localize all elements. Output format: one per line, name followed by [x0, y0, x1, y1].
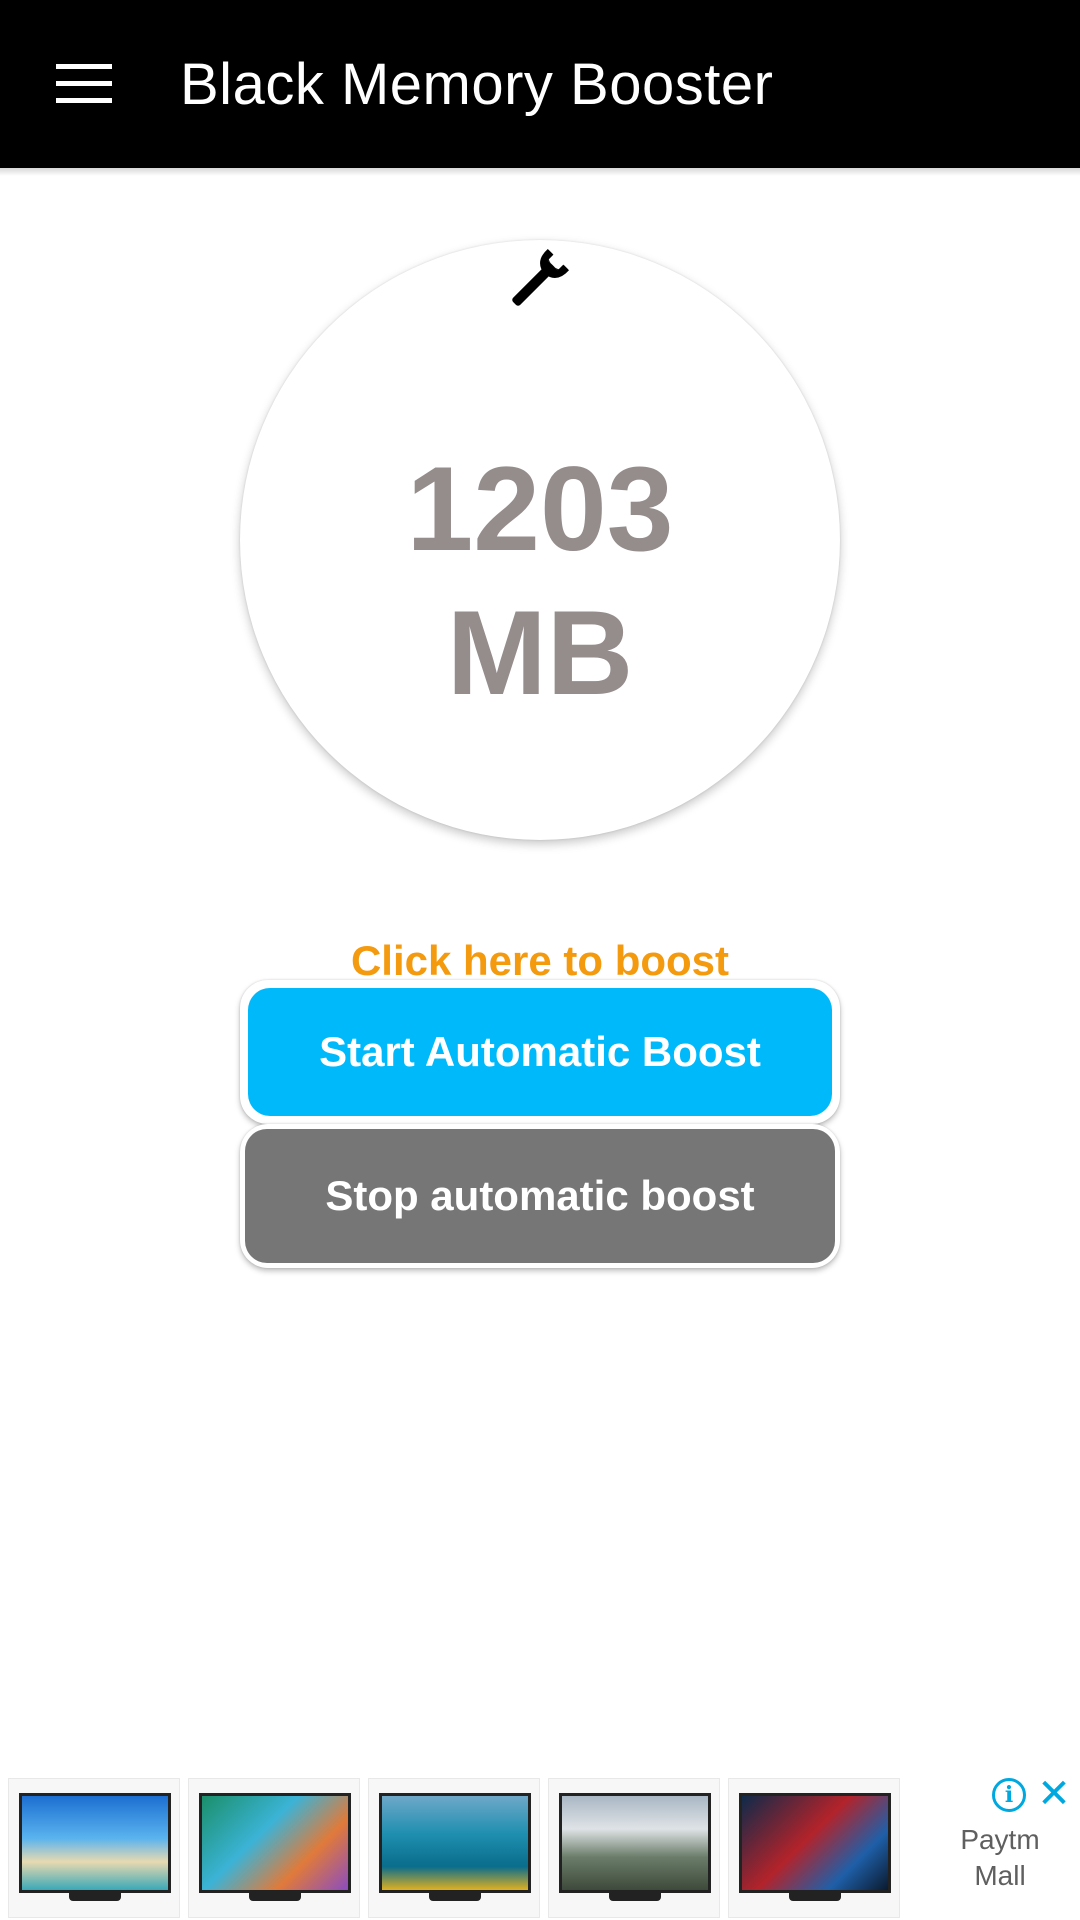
- app-bar-shadow: [0, 168, 1080, 176]
- stop-automatic-boost-button[interactable]: Stop automatic boost: [245, 1129, 835, 1263]
- info-icon[interactable]: i: [992, 1778, 1026, 1812]
- ad-brand-line-2: Mall: [974, 1860, 1026, 1891]
- start-automatic-boost-button[interactable]: Start Automatic Boost: [248, 988, 832, 1116]
- ad-thumbnail-tv-sports[interactable]: [728, 1778, 900, 1918]
- ad-thumbnail-tv-menu-screen[interactable]: [188, 1778, 360, 1918]
- close-icon[interactable]: ✕: [1036, 1774, 1072, 1814]
- wrench-icon: [512, 249, 569, 306]
- stop-button-frame: Stop automatic boost: [240, 1124, 840, 1268]
- app-title: Black Memory Booster: [180, 52, 774, 117]
- ad-brand[interactable]: Paytm Mall: [940, 1822, 1060, 1894]
- ad-brand-line-1: Paytm: [960, 1824, 1040, 1855]
- ad-thumbnail-tv-mountains[interactable]: [548, 1778, 720, 1918]
- ad-thumbnail-tv-beach[interactable]: [8, 1778, 180, 1918]
- ad-banner[interactable]: [0, 1772, 1080, 1920]
- boost-link[interactable]: Click here to boost: [240, 936, 840, 986]
- ad-thumbnail-tv-kayak[interactable]: [368, 1778, 540, 1918]
- start-button-frame: Start Automatic Boost: [240, 980, 840, 1124]
- memory-value: 1203: [406, 442, 674, 576]
- hamburger-menu-icon[interactable]: [56, 64, 112, 104]
- app-bar: Black Memory Booster: [0, 0, 1080, 168]
- memory-unit: MB: [446, 586, 634, 720]
